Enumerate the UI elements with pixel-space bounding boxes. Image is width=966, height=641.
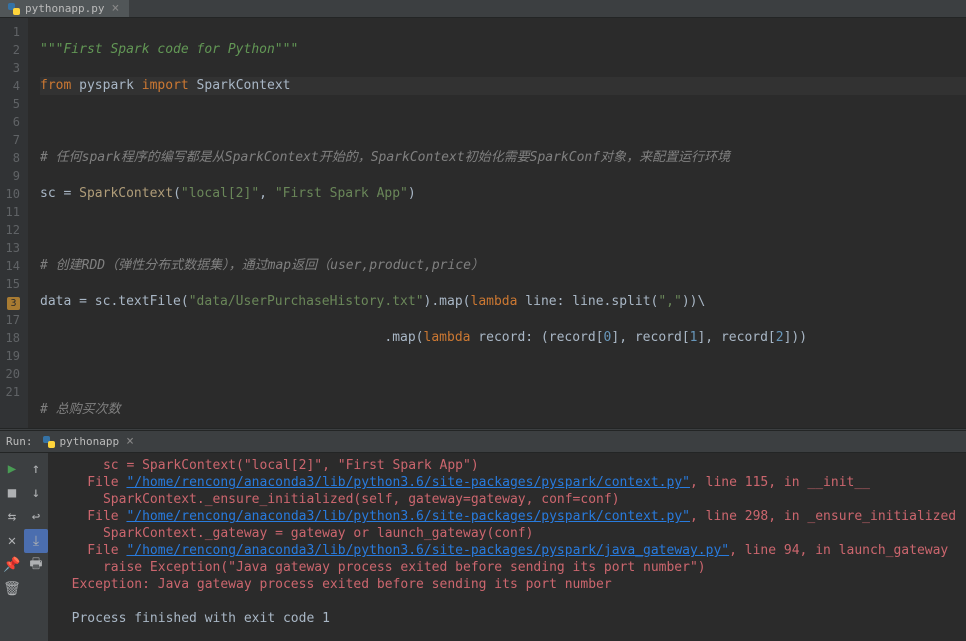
scroll-to-end-button[interactable]: ⤓: [24, 529, 48, 553]
gutter-line[interactable]: 11: [4, 203, 20, 221]
editor-tab-bar: pythonapp.py ×: [0, 0, 966, 18]
gutter-line[interactable]: 5: [4, 95, 20, 113]
run-label: Run:: [6, 435, 33, 448]
gutter-line[interactable]: 15: [4, 275, 20, 293]
print-button[interactable]: 🖶: [24, 553, 48, 577]
gutter-line[interactable]: 4: [4, 77, 20, 95]
gutter-line[interactable]: 21: [4, 383, 20, 401]
gutter-line[interactable]: 1: [4, 23, 20, 41]
run-panel: Run: pythonapp × ▶ ↑ ■ ↓ ⇆ ↩ ✕ ⤓ 📌 🖶 🗑 s…: [0, 431, 966, 641]
layout-button[interactable]: ⇆: [0, 505, 24, 529]
editor-tab-pythonapp[interactable]: pythonapp.py ×: [0, 0, 129, 17]
gutter-line[interactable]: 9: [4, 167, 20, 185]
gutter-line[interactable]: 7: [4, 131, 20, 149]
stop-button[interactable]: ■: [0, 481, 24, 505]
close-tab-icon[interactable]: ×: [109, 1, 121, 16]
gutter-line[interactable]: 10: [4, 185, 20, 203]
run-body: ▶ ↑ ■ ↓ ⇆ ↩ ✕ ⤓ 📌 🖶 🗑 sc = SparkContext(…: [0, 453, 966, 641]
gutter-line[interactable]: 3: [4, 293, 20, 311]
gutter-line[interactable]: 6: [4, 113, 20, 131]
pin-button[interactable]: 📌: [0, 553, 24, 577]
tab-filename: pythonapp.py: [25, 2, 104, 15]
gutter-line[interactable]: 12: [4, 221, 20, 239]
rerun-button[interactable]: ▶: [0, 457, 24, 481]
gutter-line[interactable]: 8: [4, 149, 20, 167]
up-button[interactable]: ↑: [24, 457, 48, 481]
gutter-line[interactable]: 14: [4, 257, 20, 275]
traceback-link[interactable]: "/home/rencong/anaconda3/lib/python3.6/s…: [126, 475, 690, 490]
run-tab[interactable]: pythonapp ×: [43, 434, 136, 449]
breakpoint-marker[interactable]: 3: [7, 297, 20, 310]
gutter-line[interactable]: 13: [4, 239, 20, 257]
editor-area: 12345678910111213141531718192021 """Firs…: [0, 18, 966, 428]
run-tab-name: pythonapp: [60, 435, 120, 448]
traceback-link[interactable]: "/home/rencong/anaconda3/lib/python3.6/s…: [126, 543, 729, 558]
close-panel-button[interactable]: ✕: [0, 529, 24, 553]
run-toolbar: ▶ ↑ ■ ↓ ⇆ ↩ ✕ ⤓ 📌 🖶 🗑: [0, 453, 48, 641]
gutter-line[interactable]: 18: [4, 329, 20, 347]
trash-button[interactable]: 🗑: [0, 577, 24, 601]
run-panel-header: Run: pythonapp ×: [0, 431, 966, 453]
gutter-line[interactable]: 2: [4, 41, 20, 59]
traceback-link[interactable]: "/home/rencong/anaconda3/lib/python3.6/s…: [126, 509, 690, 524]
console-output[interactable]: sc = SparkContext("local[2]", "First Spa…: [48, 453, 966, 641]
gutter-line[interactable]: 20: [4, 365, 20, 383]
docstring: """First Spark code for Python""": [40, 42, 298, 57]
down-button[interactable]: ↓: [24, 481, 48, 505]
gutter-line[interactable]: 3: [4, 59, 20, 77]
close-run-tab-icon[interactable]: ×: [124, 434, 136, 449]
python-file-icon: [8, 3, 20, 15]
python-file-icon: [43, 436, 55, 448]
line-gutter: 12345678910111213141531718192021: [0, 18, 28, 428]
code-editor[interactable]: """First Spark code for Python""" from p…: [28, 18, 966, 428]
gutter-line[interactable]: 17: [4, 311, 20, 329]
gutter-line[interactable]: 19: [4, 347, 20, 365]
spacer: [24, 577, 48, 601]
soft-wrap-button[interactable]: ↩: [24, 505, 48, 529]
